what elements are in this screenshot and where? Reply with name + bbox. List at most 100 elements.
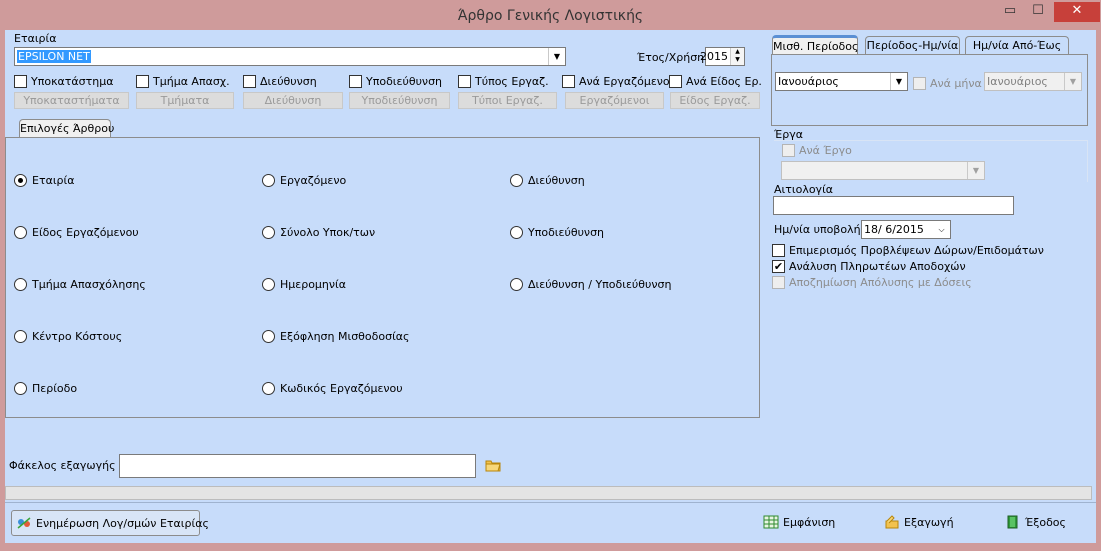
checkbox-icon (243, 75, 256, 88)
close-button[interactable]: ✕ (1054, 2, 1100, 22)
radio-company[interactable]: Εταιρία (14, 174, 75, 187)
radio-employee[interactable]: Εργαζόμενο (262, 174, 346, 187)
checkbox-icon (14, 75, 27, 88)
window-title: Άρθρο Γενικής Λογιστικής (457, 8, 644, 24)
checkmark-icon: ✔ (772, 260, 785, 273)
export-folder-label: Φάκελος εξαγωγής (9, 459, 116, 472)
checkbox-icon (349, 75, 362, 88)
radio-employee-code[interactable]: Κωδικός Εργαζόμενου (262, 382, 403, 395)
radio-division[interactable]: Διεύθυνση (510, 174, 585, 187)
filter-check-subdivision[interactable]: Υποδιεύθυνση (349, 75, 442, 88)
payable-analysis-check[interactable]: ✔ Ανάλυση Πληρωτέων Αποδοχών (772, 260, 966, 273)
checkbox-icon (562, 75, 575, 88)
tab-article-options[interactable]: Επιλογές Άρθρου (19, 119, 114, 138)
radio-icon (262, 330, 275, 343)
checkbox-icon (669, 75, 682, 88)
divider (5, 502, 1096, 503)
progress-bar (5, 486, 1092, 500)
title-bar: Άρθρο Γενικής Λογιστικής ▭ ☐ ✕ (0, 0, 1101, 30)
radio-icon (14, 382, 27, 395)
minimize-button[interactable]: ▭ (996, 2, 1024, 22)
radio-branches-total[interactable]: Σύνολο Υποκ/των (262, 226, 375, 239)
filter-check-branch[interactable]: Υποκατάστημα (14, 75, 114, 88)
checkbox-icon (913, 77, 926, 90)
employees-button[interactable]: Εργαζόμενοι (565, 92, 664, 109)
filter-check-employee-type[interactable]: Τύπος Εργαζ. (458, 75, 549, 88)
export-button[interactable]: Εξαγωγή (884, 515, 954, 529)
filter-check-per-kind[interactable]: Ανά Είδος Ερ. (669, 75, 762, 88)
radio-icon (510, 226, 523, 239)
year-label: Έτος/Χρήση (637, 51, 705, 64)
radio-icon (14, 174, 27, 187)
update-icon (16, 516, 32, 530)
radio-department[interactable]: Τμήμα Απασχόλησης (14, 278, 146, 291)
checkbox-icon (136, 75, 149, 88)
main-client-area: Εταιρία EPSILON NET ▼ Έτος/Χρήση 2015 ▲ ▼… (5, 30, 1096, 543)
reason-label: Αιτιολογία (774, 183, 834, 196)
submit-date-label: Ημ/νία υποβολής (774, 223, 867, 236)
tab-payroll-period[interactable]: Μισθ. Περίοδος (772, 35, 858, 54)
radio-icon (262, 278, 275, 291)
app-window: Άρθρο Γενικής Λογιστικής ▭ ☐ ✕ Εταιρία E… (0, 0, 1101, 551)
exit-door-icon (1005, 515, 1021, 529)
severance-installments-check[interactable]: Αποζημίωση Απόλυσης με Δόσεις (772, 276, 972, 289)
subdivisions-button[interactable]: Υποδιεύθυνση (349, 92, 450, 109)
chevron-down-icon[interactable]: ▼ (548, 48, 565, 65)
employee-kinds-button[interactable]: Είδος Εργαζ. (670, 92, 760, 109)
radio-icon (262, 174, 275, 187)
radio-icon (14, 226, 27, 239)
chevron-down-icon[interactable]: ⌵ (933, 221, 950, 238)
per-project-check[interactable]: Ανά Έργο (782, 144, 852, 157)
allocate-provisions-check[interactable]: Επιμερισμός Προβλέψεων Δώρων/Επιδομάτων (772, 244, 1044, 257)
company-label: Εταιρία (14, 32, 57, 45)
filter-check-per-employee[interactable]: Ανά Εργαζόμενο (562, 75, 670, 88)
radio-period[interactable]: Περίοδο (14, 382, 77, 395)
spinner-arrows-icon[interactable]: ▲ ▼ (730, 48, 744, 65)
chevron-down-icon[interactable]: ▼ (890, 73, 907, 90)
chevron-down-icon[interactable]: ▼ (967, 162, 984, 179)
company-value: EPSILON NET (17, 50, 91, 63)
radio-payroll-payment[interactable]: Εξόφληση Μισθοδοσίας (262, 330, 410, 343)
radio-employee-kind[interactable]: Είδος Εργαζόμενου (14, 226, 139, 239)
divisions-button[interactable]: Διεύθυνση (243, 92, 343, 109)
exit-button[interactable]: Έξοδος (1005, 515, 1066, 529)
year-spinner[interactable]: 2015 ▲ ▼ (700, 47, 745, 66)
radio-date[interactable]: Ημερομηνία (262, 278, 346, 291)
radio-icon (510, 174, 523, 187)
submit-date-picker[interactable]: 18/ 6/2015 ⌵ (861, 220, 951, 239)
show-button[interactable]: Εμφάνιση (763, 515, 835, 529)
radio-division-subdivision[interactable]: Διεύθυνση / Υποδιεύθυνση (510, 278, 671, 291)
checkbox-icon (782, 144, 795, 157)
company-select[interactable]: EPSILON NET ▼ (14, 47, 566, 66)
maximize-button[interactable]: ☐ (1024, 2, 1052, 22)
chevron-down-icon[interactable]: ▼ (1064, 73, 1081, 90)
tab-period-date[interactable]: Περίοδος-Ημ/νία (865, 36, 960, 54)
year-value: 2015 (700, 50, 728, 63)
period-panel: Ιανουάριος ▼ Ανά μήνα Ιανουάριος ▼ (771, 54, 1088, 126)
project-select[interactable]: ▼ (781, 161, 985, 180)
filter-check-department[interactable]: Τμήμα Απασχ. (136, 75, 230, 88)
departments-button[interactable]: Τμήματα (136, 92, 234, 109)
radio-subdivision[interactable]: Υποδιεύθυνση (510, 226, 604, 239)
employee-types-button[interactable]: Τύποι Εργαζ. (458, 92, 557, 109)
filter-check-division[interactable]: Διεύθυνση (243, 75, 317, 88)
radio-cost-center[interactable]: Κέντρο Κόστους (14, 330, 122, 343)
month-select[interactable]: Ιανουάριος ▼ (775, 72, 908, 91)
month2-select[interactable]: Ιανουάριος ▼ (984, 72, 1082, 91)
radio-icon (262, 226, 275, 239)
radio-icon (262, 382, 275, 395)
export-icon (884, 515, 900, 529)
tab-date-range[interactable]: Ημ/νία Από-Έως (965, 36, 1069, 54)
grid-icon (763, 515, 779, 529)
folder-icon[interactable] (485, 459, 501, 475)
checkbox-icon (772, 276, 785, 289)
checkbox-icon (772, 244, 785, 257)
export-folder-input[interactable] (119, 454, 476, 478)
radio-icon (14, 278, 27, 291)
branches-button[interactable]: Υποκαταστήματα (14, 92, 129, 109)
checkbox-icon (458, 75, 471, 88)
reason-input[interactable] (773, 196, 1014, 215)
radio-icon (14, 330, 27, 343)
update-accounts-button[interactable]: Ενημέρωση Λογ/σμών Εταιρίας (11, 510, 209, 536)
per-month-check[interactable]: Ανά μήνα (913, 77, 982, 90)
